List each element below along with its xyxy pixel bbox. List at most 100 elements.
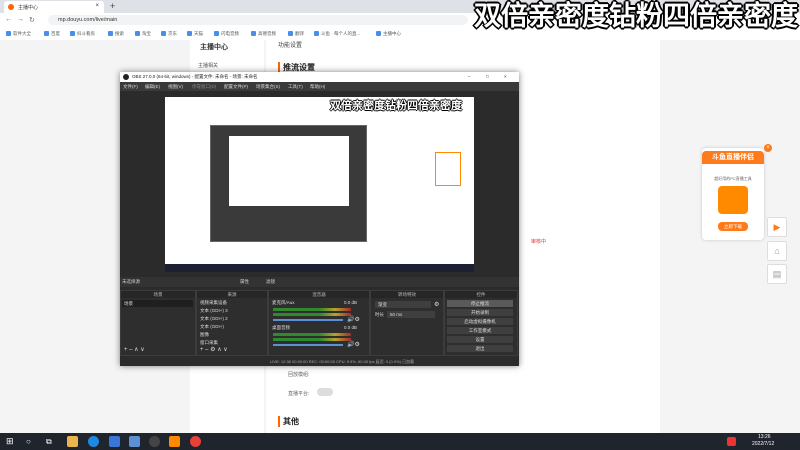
- forward-icon[interactable]: →: [17, 16, 24, 23]
- menu-edit[interactable]: 编辑(E): [145, 84, 160, 90]
- bookmark-item[interactable]: 高德音频: [251, 31, 276, 37]
- nested-preview: [210, 125, 367, 242]
- douyu-taskbar-icon[interactable]: [169, 436, 180, 447]
- filters-button[interactable]: 滤镜: [266, 279, 275, 285]
- new-tab-button[interactable]: +: [110, 1, 115, 11]
- platform-toggle[interactable]: [317, 388, 333, 396]
- windows-start-icon[interactable]: ⊞: [6, 436, 17, 447]
- mixer-desktop-db: 0.0 dB: [344, 325, 358, 330]
- home-icon[interactable]: ⌂: [767, 241, 787, 261]
- add-source-icon[interactable]: + – ⚙ ∧ ∨: [200, 346, 228, 353]
- menu-file[interactable]: 文件(F): [123, 84, 138, 90]
- promo-title: 斗鱼直播伴侣: [702, 151, 764, 164]
- close-tab-icon[interactable]: ×: [95, 3, 99, 9]
- gear-icon[interactable]: ⚙: [434, 301, 439, 308]
- bookmark-icon: [108, 31, 113, 37]
- chrome-icon[interactable]: [190, 436, 201, 447]
- no-source-label: 未选择源: [122, 279, 140, 284]
- bookmark-item[interactable]: 搜索: [108, 31, 124, 37]
- app-icon[interactable]: [129, 436, 140, 447]
- obs-menu-bar: 文件(F) 编辑(E) 视图(V) 停靠窗口(D) 配置文件(P) 场景集合(S…: [120, 82, 519, 91]
- source-item[interactable]: 文本 (GDI+): [200, 324, 224, 330]
- duration-value: 50 ms: [390, 312, 403, 317]
- menu-scene-collection[interactable]: 场景集合(S): [256, 84, 280, 90]
- menu-profile[interactable]: 配置文件(P): [224, 84, 248, 90]
- search-icon[interactable]: ○: [26, 436, 37, 447]
- source-item[interactable]: 文本 (GDI+) 3: [200, 308, 228, 314]
- bookmark-icon: [161, 31, 166, 37]
- stop-stream-button[interactable]: 停止推流: [447, 300, 513, 307]
- transition-select-value: 渐变: [378, 302, 387, 307]
- menu-help[interactable]: 帮助(H): [310, 84, 325, 90]
- clock-time[interactable]: 13:26: [758, 434, 771, 440]
- properties-button[interactable]: 属性: [240, 279, 249, 285]
- tab-main[interactable]: 主播中心 ×: [4, 1, 104, 13]
- left-nav-item[interactable]: 主播相关: [198, 62, 218, 69]
- transitions-header: 转场特效: [371, 291, 443, 298]
- platform-label: 直播平台:: [288, 391, 310, 397]
- bookmark-icon: [44, 31, 49, 37]
- sources-dock: 来源 视频采集设备 文本 (GDI+) 3 文本 (GDI+) 2 文本 (GD…: [196, 290, 268, 356]
- edge-icon[interactable]: [88, 436, 99, 447]
- ime-icon[interactable]: [727, 437, 736, 446]
- bookmark-item[interactable]: 主播中心: [376, 31, 401, 37]
- menu-view[interactable]: 视图(V): [168, 84, 183, 90]
- file-explorer-icon[interactable]: [67, 436, 78, 447]
- bookmark-item[interactable]: 京东: [161, 31, 177, 37]
- minimize-icon[interactable]: –: [468, 74, 471, 79]
- mic-volume-slider[interactable]: [273, 319, 343, 321]
- close-promo-icon[interactable]: ×: [764, 144, 772, 152]
- preview-taskbar: [165, 264, 474, 272]
- source-item[interactable]: 视频采集设备: [200, 300, 227, 306]
- source-item[interactable]: 文本 (GDI+) 2: [200, 316, 228, 322]
- bookmark-icon: [251, 31, 256, 37]
- source-item[interactable]: 图像: [200, 332, 209, 338]
- obs-preview[interactable]: 双倍亲密度钻粉四倍亲密度: [165, 97, 474, 272]
- url-input[interactable]: mp.douyu.com/live/main: [48, 15, 468, 25]
- bookmark-item[interactable]: 百度: [44, 31, 60, 37]
- bookmark-item[interactable]: 斗鱼 · 每个人的直...: [314, 31, 360, 37]
- controls-dock: 控件 停止推流 开始录制 启动虚拟摄像机 工作室模式 设置 退出: [444, 290, 518, 356]
- play-icon[interactable]: ▶: [767, 217, 787, 237]
- download-button[interactable]: 立即下载: [718, 222, 748, 231]
- exit-button[interactable]: 退出: [447, 345, 513, 352]
- settings-button[interactable]: 设置: [447, 336, 513, 343]
- menu-docks[interactable]: 停靠窗口(D): [192, 84, 216, 90]
- url-text: mp.douyu.com/live/main: [58, 17, 118, 23]
- back-icon[interactable]: ←: [5, 16, 12, 23]
- clock-date[interactable]: 2022/7/12: [752, 441, 774, 447]
- app-icon[interactable]: ▤: [767, 264, 787, 284]
- menu-tools[interactable]: 工具(T): [288, 84, 303, 90]
- task-view-icon[interactable]: ⧉: [46, 436, 57, 447]
- tab-title: 主播中心: [18, 5, 39, 11]
- mic-level-meter: [273, 313, 351, 316]
- speaker-icon[interactable]: 🔊⚙: [347, 341, 360, 348]
- reload-icon[interactable]: ↻: [29, 16, 35, 24]
- desktop-volume-slider[interactable]: [273, 344, 343, 346]
- store-icon[interactable]: [109, 436, 120, 447]
- review-status: 审核中: [531, 239, 547, 245]
- maximize-icon[interactable]: □: [486, 74, 489, 79]
- bookmark-item[interactable]: 天猫: [187, 31, 203, 37]
- obs-taskbar-icon[interactable]: [149, 436, 160, 447]
- bookmark-item[interactable]: 淘宝: [135, 31, 151, 37]
- obs-status-text: LIVE: 12:38 00:00:00 REC: 00:00:00 CPU: …: [270, 359, 415, 364]
- bookmark-item[interactable]: 闪电音频: [214, 31, 239, 37]
- fish-logo-icon: [718, 186, 748, 214]
- bookmark-item[interactable]: 抖斗看房: [70, 31, 95, 37]
- promo-desc: 超好用的PC直播工具: [714, 176, 752, 181]
- bookmark-item[interactable]: 翻译: [288, 31, 304, 37]
- add-scene-icon[interactable]: + – ∧ ∨: [124, 346, 145, 353]
- start-record-button[interactable]: 开始录制: [447, 309, 513, 316]
- speaker-icon[interactable]: 🔊⚙: [347, 316, 360, 323]
- bookmark-item[interactable]: 软件大全: [6, 31, 31, 37]
- close-window-icon[interactable]: ×: [504, 74, 507, 79]
- nested-preview-page: [229, 136, 349, 206]
- transitions-dock: 转场特效 渐变 ⚙ 时长 50 ms: [370, 290, 444, 356]
- studio-mode-button[interactable]: 工作室模式: [447, 327, 513, 334]
- duration-label: 时长: [375, 312, 384, 317]
- obs-title-bar: OBS 27.0.0 (64-bit, windows) - 配置文件: 未命名…: [120, 72, 519, 82]
- virtual-camera-button[interactable]: 启动虚拟摄像机: [447, 318, 513, 325]
- source-toolbar: 未选择源 属性 滤镜: [120, 277, 519, 287]
- obs-window: OBS 27.0.0 (64-bit, windows) - 配置文件: 未命名…: [120, 72, 519, 366]
